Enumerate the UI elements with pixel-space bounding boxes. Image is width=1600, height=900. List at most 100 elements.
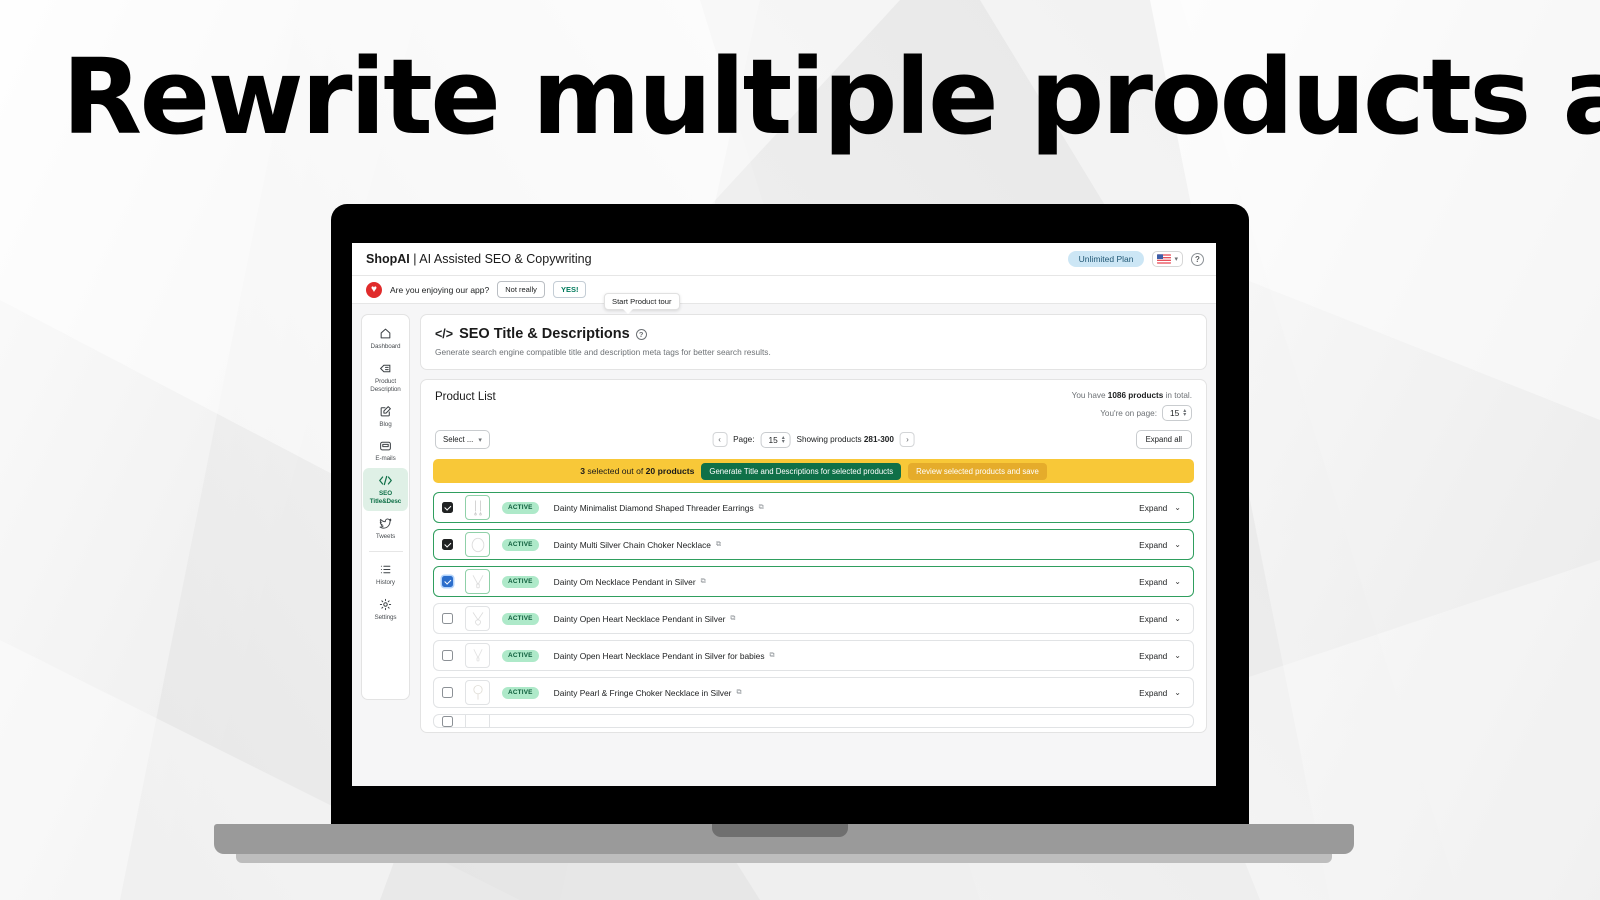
- sidebar-divider: [369, 551, 403, 552]
- table-row[interactable]: ACTIVE Dainty Open Heart Necklace Pendan…: [433, 603, 1194, 634]
- sidebar-item-settings[interactable]: Settings: [363, 592, 408, 627]
- total-in-page: 20 products: [646, 466, 695, 476]
- page-number-value: 15: [768, 435, 777, 445]
- code-brackets-icon: </>: [435, 327, 453, 341]
- chevron-down-icon: ⌄: [1174, 540, 1181, 549]
- plan-badge[interactable]: Unlimited Plan: [1068, 251, 1145, 267]
- product-title-text: Dainty Minimalist Diamond Shaped Threade…: [554, 503, 754, 513]
- feedback-not-really-button[interactable]: Not really: [497, 281, 545, 298]
- row-checkbox[interactable]: [442, 539, 453, 550]
- sidebar-item-emails[interactable]: E-mails: [363, 433, 408, 468]
- page-size-stepper[interactable]: 15 ▴▾: [1162, 405, 1192, 421]
- help-circle-icon[interactable]: ?: [1191, 253, 1204, 266]
- row-checkbox[interactable]: [442, 716, 453, 727]
- table-row[interactable]: ACTIVE Dainty Om Necklace Pendant in Sil…: [433, 566, 1194, 597]
- sidebar-label: Blog: [379, 421, 391, 429]
- app-header: ShopAI | AI Assisted SEO & Copywriting U…: [352, 243, 1216, 276]
- twitter-bird-icon: [379, 517, 392, 530]
- product-title: Dainty Open Heart Necklace Pendant in Si…: [554, 614, 736, 624]
- sidebar-label: History: [376, 579, 395, 587]
- panel-title: SEO Title & Descriptions: [459, 326, 630, 342]
- locale-selector[interactable]: ▾: [1152, 251, 1183, 267]
- generate-titles-button[interactable]: Generate Title and Descriptions for sele…: [701, 463, 901, 480]
- page-size-label: You're on page:: [1100, 409, 1157, 418]
- external-link-icon[interactable]: ⧉: [770, 652, 775, 660]
- total-products-text: You have 1086 products in total.: [1072, 391, 1192, 400]
- table-row[interactable]: ACTIVE Dainty Minimalist Diamond Shaped …: [433, 492, 1194, 523]
- page-size-row: You're on page: 15 ▴▾: [1072, 405, 1192, 421]
- row-checkbox[interactable]: [442, 613, 453, 624]
- app-title: ShopAI | AI Assisted SEO & Copywriting: [366, 252, 592, 266]
- external-link-icon[interactable]: ⧉: [730, 615, 735, 623]
- feedback-yes-button[interactable]: YES!: [553, 281, 587, 298]
- app-subtitle: AI Assisted SEO & Copywriting: [419, 252, 591, 266]
- row-checkbox[interactable]: [442, 576, 453, 587]
- product-tour-tooltip: Start Product tour: [604, 293, 680, 310]
- sidebar-label: Dashboard: [371, 343, 401, 351]
- panel-title-row: </> SEO Title & Descriptions ?: [435, 326, 1192, 342]
- chevron-right-icon[interactable]: ›: [900, 432, 915, 447]
- selected-mid: selected out of: [585, 466, 646, 476]
- help-circle-icon[interactable]: ?: [636, 329, 647, 340]
- expand-label: Expand: [1139, 688, 1167, 698]
- pearl-fringe-thumbnail: [465, 680, 490, 705]
- sidebar-item-seo-title-desc[interactable]: SEO Title&Desc: [363, 468, 408, 511]
- table-row[interactable]: [433, 714, 1194, 728]
- list-icon: [379, 563, 392, 576]
- chevron-down-icon: ▾: [478, 436, 482, 444]
- chevron-left-icon[interactable]: ‹: [712, 432, 727, 447]
- expand-row-button[interactable]: Expand ⌄: [1139, 503, 1181, 513]
- page-size-value: 15: [1170, 408, 1179, 418]
- expand-label: Expand: [1139, 540, 1167, 550]
- status-badge: ACTIVE: [502, 502, 539, 514]
- chevron-down-icon: ⌄: [1174, 577, 1181, 586]
- page-number-stepper[interactable]: 15 ▴▾: [760, 432, 790, 448]
- review-and-save-button[interactable]: Review selected products and save: [908, 463, 1047, 480]
- product-description-icon: [379, 362, 392, 375]
- expand-row-button[interactable]: Expand ⌄: [1139, 540, 1181, 550]
- sidebar-label: Tweets: [376, 533, 395, 541]
- row-checkbox[interactable]: [442, 502, 453, 513]
- brand-name: ShopAI: [366, 252, 410, 266]
- table-row[interactable]: ACTIVE Dainty Open Heart Necklace Pendan…: [433, 640, 1194, 671]
- external-link-icon[interactable]: ⧉: [736, 689, 741, 697]
- open-heart-thumbnail: [465, 606, 490, 631]
- select-dropdown[interactable]: Select ... ▾: [435, 430, 490, 449]
- bulk-action-bar: 3 selected out of 20 products Generate T…: [433, 459, 1194, 483]
- app-header-actions: Unlimited Plan ▾ ?: [1068, 251, 1204, 267]
- external-link-icon[interactable]: ⧉: [759, 504, 764, 512]
- sidebar-item-product-description[interactable]: Product Description: [363, 356, 408, 399]
- sidebar-item-blog[interactable]: Blog: [363, 399, 408, 434]
- status-badge: ACTIVE: [502, 613, 539, 625]
- expand-row-button[interactable]: Expand ⌄: [1139, 614, 1181, 624]
- sidebar-item-dashboard[interactable]: Dashboard: [363, 321, 408, 356]
- table-row[interactable]: ACTIVE Dainty Multi Silver Chain Choker …: [433, 529, 1194, 560]
- expand-row-button[interactable]: Expand ⌄: [1139, 688, 1181, 698]
- row-checkbox[interactable]: [442, 687, 453, 698]
- row-checkbox[interactable]: [442, 650, 453, 661]
- pagination: ‹ Page: 15 ▴▾ Showing products 281-300 ›: [712, 432, 915, 448]
- external-link-icon[interactable]: ⧉: [701, 578, 706, 586]
- laptop-notch: [712, 824, 848, 837]
- expand-row-button[interactable]: Expand ⌄: [1139, 651, 1181, 661]
- app-screen: ShopAI | AI Assisted SEO & Copywriting U…: [352, 243, 1216, 786]
- table-row[interactable]: ACTIVE Dainty Pearl & Fringe Choker Neck…: [433, 677, 1194, 708]
- sidebar-item-history[interactable]: History: [363, 557, 408, 592]
- sidebar-item-tweets[interactable]: Tweets: [363, 511, 408, 546]
- product-list-card: Product List You have 1086 products in t…: [420, 379, 1207, 733]
- expand-row-button[interactable]: Expand ⌄: [1139, 577, 1181, 587]
- sidebar-label: E-mails: [375, 455, 395, 463]
- external-link-icon[interactable]: ⧉: [716, 541, 721, 549]
- chevron-down-icon: ⌄: [1174, 503, 1181, 512]
- product-title-text: Dainty Open Heart Necklace Pendant in Si…: [554, 651, 765, 661]
- expand-label: Expand: [1139, 651, 1167, 661]
- product-list-toolbar: Select ... ▾ ‹ Page: 15 ▴▾ Showing produ…: [421, 421, 1206, 459]
- status-badge: ACTIVE: [502, 576, 539, 588]
- heart-icon: ♥: [366, 282, 382, 298]
- threader-earrings-thumbnail: [465, 495, 490, 520]
- product-title: Dainty Om Necklace Pendant in Silver ⧉: [554, 577, 706, 587]
- product-rows: ACTIVE Dainty Minimalist Diamond Shaped …: [421, 492, 1206, 732]
- home-icon: [379, 327, 392, 340]
- expand-all-button[interactable]: Expand all: [1136, 430, 1192, 449]
- showing-prefix: Showing products: [796, 435, 863, 444]
